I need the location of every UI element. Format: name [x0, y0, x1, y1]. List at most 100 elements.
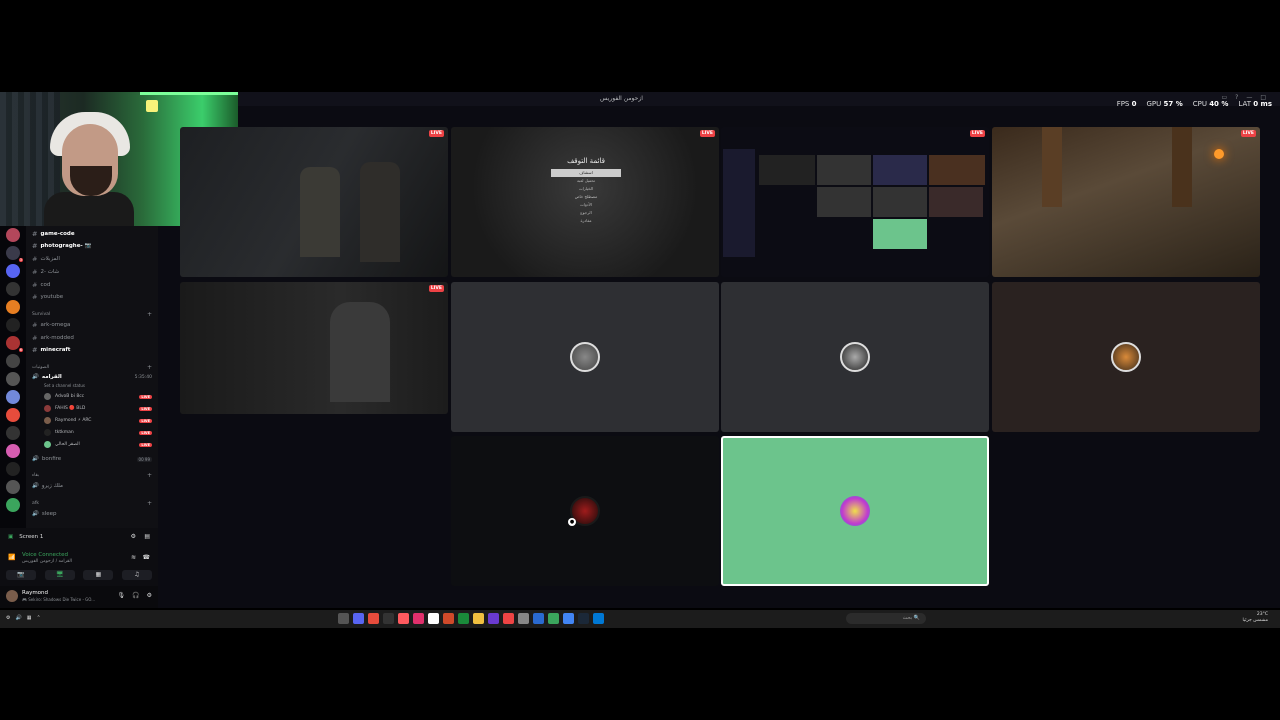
- channel-item[interactable]: # minecraft: [32, 346, 70, 354]
- voice-channel[interactable]: 🔊 bonfire: [32, 456, 61, 462]
- noise-suppression-icon[interactable]: ≋: [131, 554, 136, 561]
- add-channel-icon[interactable]: +: [147, 364, 152, 371]
- taskbar-tray: ⚙ 🔊 ▦ ⌃: [6, 615, 41, 621]
- category-b[interactable]: بقاء: [32, 473, 39, 478]
- app-icon[interactable]: [443, 613, 454, 624]
- channel-item[interactable]: # youtube: [32, 293, 63, 301]
- app-icon[interactable]: [533, 613, 544, 624]
- user-tile-speaking[interactable]: [721, 436, 989, 586]
- server-icon[interactable]: [6, 372, 20, 386]
- server-icon[interactable]: [6, 462, 20, 476]
- popout-icon[interactable]: ▤: [144, 533, 150, 540]
- steam-icon[interactable]: [578, 613, 589, 624]
- discord-icon[interactable]: [353, 613, 364, 624]
- live-badge: LIVE: [1240, 130, 1256, 137]
- signal-icon[interactable]: 📶: [8, 554, 15, 561]
- headset-icon[interactable]: 🎧: [132, 592, 139, 599]
- network-icon[interactable]: ▦: [27, 615, 32, 621]
- settings-icon[interactable]: ⚙: [6, 615, 10, 621]
- channel-item[interactable]: #2- شات: [32, 268, 59, 276]
- voice-user[interactable]: FAHIS 🔴 BLD LIVE: [44, 405, 152, 412]
- voice-channel[interactable]: 🔊 sleep: [32, 511, 57, 517]
- mic-icon[interactable]: 🎙: [118, 592, 126, 599]
- channel-item[interactable]: # المزبلات: [32, 255, 60, 263]
- activities-button[interactable]: ▦: [83, 570, 114, 580]
- app-icon[interactable]: [458, 613, 469, 624]
- edge-icon[interactable]: [593, 613, 604, 624]
- server-icon[interactable]: 6: [6, 336, 23, 352]
- category-survival[interactable]: Survival: [32, 312, 50, 317]
- channel-item[interactable]: # photograghe- 📷: [32, 242, 91, 250]
- user-tile[interactable]: [721, 282, 989, 432]
- voice-channel[interactable]: 🔊 ملك زيرو: [32, 483, 63, 489]
- category-voice[interactable]: الصوتيات: [32, 365, 49, 370]
- stream-tile[interactable]: قائمة التوقف استئناف تحميل لعبة الخيارات…: [451, 127, 719, 277]
- voice-user[interactable]: AdvoB bi 8cc LIVE: [44, 393, 152, 400]
- server-icon[interactable]: [6, 354, 20, 368]
- settings-icon[interactable]: ⚙: [131, 533, 136, 540]
- weather-widget[interactable]: 23°C مشمس جزئيا: [1238, 612, 1268, 624]
- gear-icon[interactable]: ⚙: [147, 592, 152, 599]
- channel-item[interactable]: # game-code: [32, 230, 75, 238]
- server-icon[interactable]: [6, 408, 20, 422]
- live-badge: LIVE: [969, 130, 985, 137]
- channel-item[interactable]: # ark-modded: [32, 334, 74, 342]
- stream-tile[interactable]: LIVE: [180, 282, 448, 414]
- user-area: Raymond 🎮 Sekiro: Shadows Die Twice - GO…: [0, 586, 158, 608]
- soundboard-button[interactable]: ♫: [121, 570, 152, 580]
- app-icon[interactable]: [503, 613, 514, 624]
- add-channel-icon[interactable]: +: [147, 311, 152, 318]
- voice-connected-status[interactable]: Voice Connected: [22, 552, 68, 558]
- avatar[interactable]: [6, 590, 18, 602]
- screen-share-button[interactable]: 🖥: [44, 570, 75, 580]
- voice-user[interactable]: الصقر الحالي LIVE: [44, 441, 152, 448]
- app-icon[interactable]: [398, 613, 409, 624]
- channel-item[interactable]: # ark-omega: [32, 321, 70, 329]
- server-icon[interactable]: [6, 426, 20, 440]
- voice-channel[interactable]: 🔊 القرامه: [32, 374, 62, 380]
- voice-user[interactable]: Raymond ⚡ ARC LIVE: [44, 417, 152, 424]
- instagram-icon[interactable]: [413, 613, 424, 624]
- stream-tile[interactable]: LIVE: [992, 127, 1260, 277]
- user-tile[interactable]: [992, 282, 1260, 432]
- disconnect-icon[interactable]: ☎: [143, 554, 150, 561]
- server-icon[interactable]: [6, 264, 20, 278]
- voice-user[interactable]: tktkman LIVE: [44, 429, 152, 436]
- folder-icon[interactable]: [473, 613, 484, 624]
- user-tile[interactable]: [451, 282, 719, 432]
- app-icon[interactable]: [368, 613, 379, 624]
- server-icon[interactable]: [6, 498, 20, 512]
- stream-tile[interactable]: LIVE: [180, 127, 448, 277]
- camera-button[interactable]: 📷: [6, 570, 36, 580]
- chrome-icon[interactable]: [563, 613, 574, 624]
- screen-share-label[interactable]: ▣ Screen 1: [8, 534, 43, 540]
- app-icon[interactable]: [518, 613, 529, 624]
- server-icon[interactable]: [6, 318, 20, 332]
- x-icon[interactable]: [428, 613, 439, 624]
- app-icon[interactable]: [338, 613, 349, 624]
- server-icon[interactable]: [6, 444, 20, 458]
- taskbar-search[interactable]: بحث 🔍: [846, 613, 926, 624]
- live-badge: LIVE: [428, 285, 444, 292]
- username[interactable]: Raymond: [22, 590, 48, 596]
- add-channel-icon[interactable]: +: [147, 500, 152, 507]
- app-icon[interactable]: [383, 613, 394, 624]
- server-icon[interactable]: [6, 480, 20, 494]
- app-icon[interactable]: [548, 613, 559, 624]
- server-icon[interactable]: [6, 300, 20, 314]
- server-icon[interactable]: 3: [6, 246, 23, 262]
- channel-status-hint[interactable]: Set a channel status: [44, 383, 85, 388]
- user-tile[interactable]: ●: [451, 436, 719, 586]
- server-icon[interactable]: [6, 390, 20, 404]
- avatar: [840, 342, 870, 372]
- server-icon[interactable]: [6, 282, 20, 296]
- server-icon[interactable]: [6, 228, 20, 242]
- add-channel-icon[interactable]: +: [147, 472, 152, 479]
- channel-item[interactable]: # cod: [32, 281, 50, 289]
- stream-tile[interactable]: LIVE: [721, 127, 989, 277]
- volume-icon[interactable]: 🔊: [15, 615, 21, 621]
- user-activity: 🎮 Sekiro: Shadows Die Twice - GO...: [22, 597, 96, 602]
- category-afk[interactable]: afk: [32, 501, 39, 506]
- app-icon[interactable]: [488, 613, 499, 624]
- chevron-up-icon[interactable]: ⌃: [36, 615, 40, 621]
